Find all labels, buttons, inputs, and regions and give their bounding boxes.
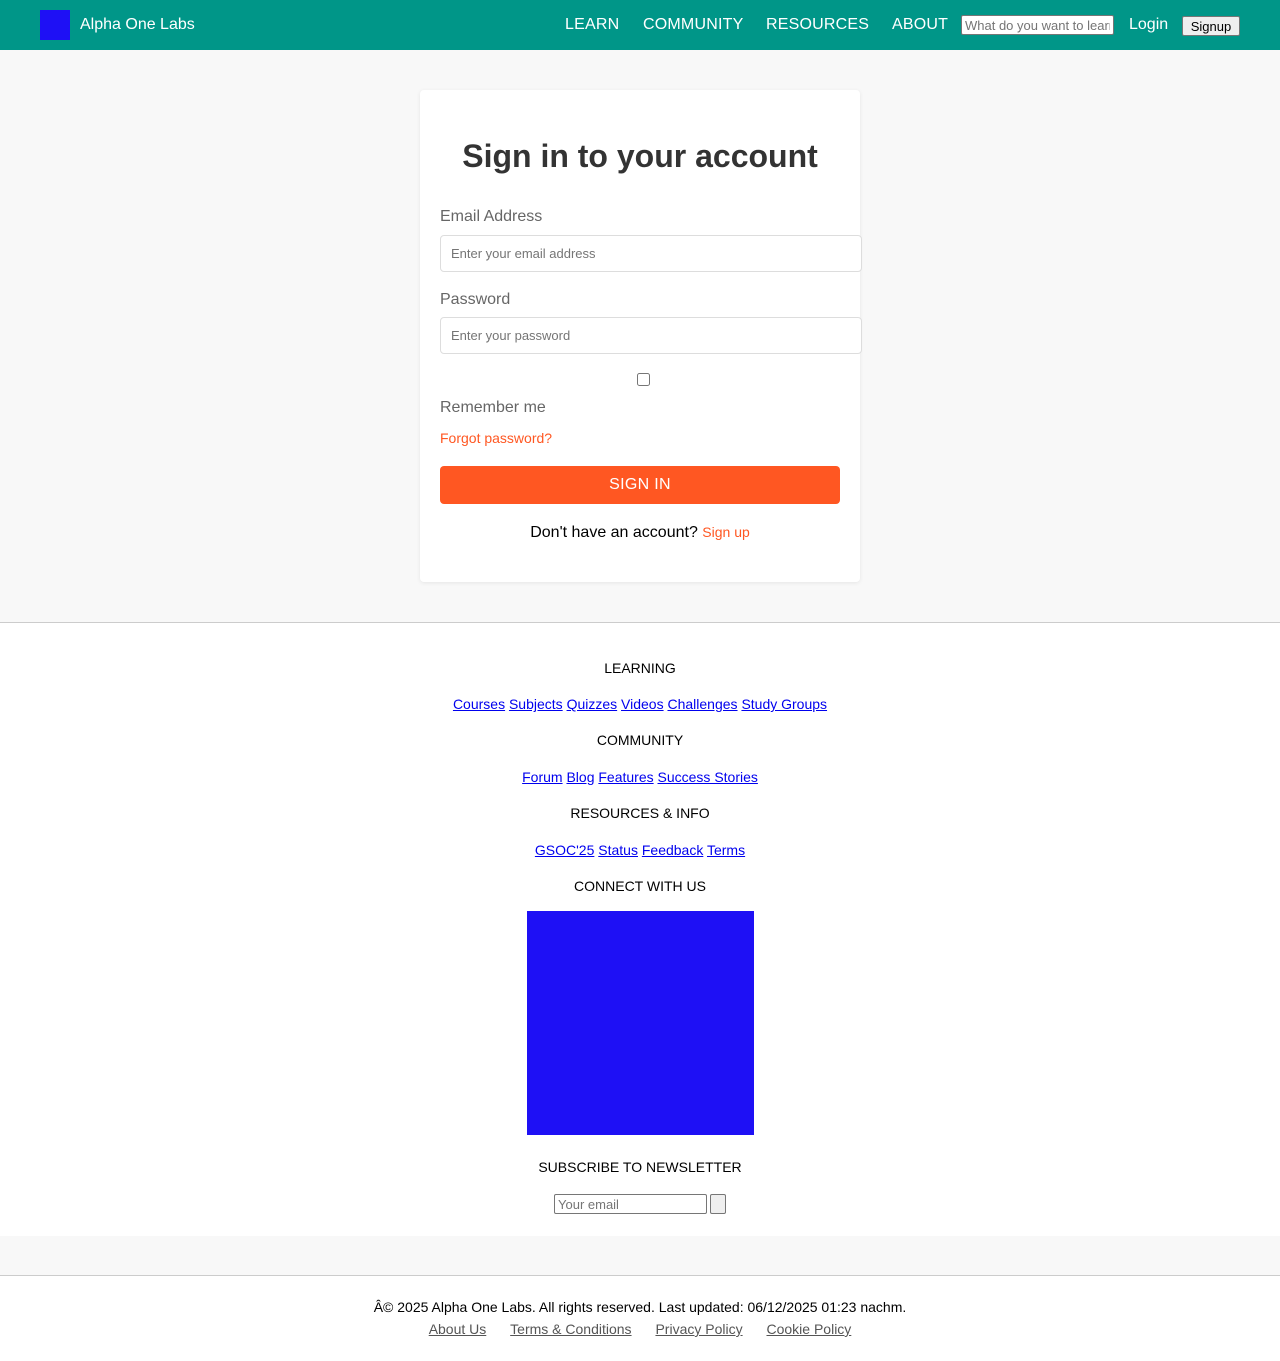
remember-me-label: Remember me — [440, 399, 546, 416]
social-icons-image[interactable] — [527, 911, 754, 1135]
nav-learn[interactable]: LEARN — [565, 15, 619, 35]
signup-prompt: Don't have an account? Sign up — [0, 522, 1280, 543]
legal-link-about-us[interactable]: About Us — [429, 1321, 487, 1337]
sign-in-button[interactable]: SIGN IN — [440, 466, 840, 504]
copyright-text: Â© 2025 Alpha One Labs. All rights reser… — [373, 1299, 907, 1315]
legal-link-cookie-policy[interactable]: Cookie Policy — [766, 1321, 851, 1337]
signup-button[interactable]: Signup — [1182, 16, 1240, 36]
brand-name[interactable]: Alpha One Labs — [80, 15, 195, 35]
footer-links-resources: GSOC'25 Status Feedback Terms — [0, 842, 1280, 859]
footer-heading-subscribe: SUBSCRIBE TO NEWSLETTER — [538, 1159, 742, 1175]
password-label: Password — [440, 291, 511, 308]
footer-bottom-bar — [0, 1275, 1280, 1361]
footer-links-community: Forum Blog Features Success Stories — [0, 769, 1280, 786]
legal-link-privacy-policy[interactable]: Privacy Policy — [655, 1321, 742, 1337]
footer-heading-learning: LEARNING — [604, 660, 676, 676]
logo-icon[interactable] — [40, 10, 70, 40]
legal-links: About Us Terms & Conditions Privacy Poli… — [0, 1321, 1280, 1338]
footer-link-success-stories[interactable]: Success Stories — [658, 769, 758, 785]
no-account-text: Don't have an account? — [530, 524, 698, 541]
footer-heading-community: COMMUNITY — [596, 732, 684, 748]
email-label: Email Address — [440, 208, 543, 225]
nav-resources[interactable]: RESOURCES — [766, 15, 869, 35]
nav-community[interactable]: COMMUNITY — [643, 15, 743, 35]
footer-link-blog[interactable]: Blog — [566, 769, 594, 785]
footer-link-videos[interactable]: Videos — [621, 696, 664, 712]
password-field[interactable] — [440, 317, 862, 354]
remember-me-checkbox[interactable] — [637, 373, 650, 386]
login-link[interactable]: Login — [1129, 15, 1168, 35]
top-navbar: Alpha One Labs LEARN COMMUNITY RESOURCES… — [0, 0, 1280, 50]
footer-link-study-groups[interactable]: Study Groups — [741, 696, 827, 712]
footer-link-feedback[interactable]: Feedback — [642, 842, 703, 858]
footer-link-features[interactable]: Features — [598, 769, 653, 785]
footer-link-forum[interactable]: Forum — [522, 769, 562, 785]
footer-link-challenges[interactable]: Challenges — [667, 696, 737, 712]
footer-links-learning: Courses Subjects Quizzes Videos Challeng… — [0, 696, 1280, 713]
sign-up-link[interactable]: Sign up — [702, 524, 749, 540]
nav-about[interactable]: ABOUT — [892, 15, 948, 35]
footer-link-subjects[interactable]: Subjects — [509, 696, 563, 712]
page-title: Sign in to your account — [462, 138, 818, 174]
footer-heading-resources: RESOURCES & INFO — [570, 805, 710, 821]
newsletter-email-input[interactable] — [554, 1194, 707, 1214]
search-input[interactable] — [961, 15, 1114, 35]
footer-link-courses[interactable]: Courses — [453, 696, 505, 712]
email-field[interactable] — [440, 235, 862, 272]
newsletter-subscribe-button[interactable] — [710, 1194, 726, 1214]
footer-link-quizzes[interactable]: Quizzes — [567, 696, 618, 712]
footer-link-gsoc[interactable]: GSOC'25 — [535, 842, 594, 858]
footer-link-terms[interactable]: Terms — [707, 842, 745, 858]
legal-link-terms-conditions[interactable]: Terms & Conditions — [510, 1321, 631, 1337]
forgot-password-link[interactable]: Forgot password? — [440, 430, 552, 447]
footer-heading-connect: CONNECT WITH US — [574, 878, 706, 894]
footer-link-status[interactable]: Status — [598, 842, 638, 858]
